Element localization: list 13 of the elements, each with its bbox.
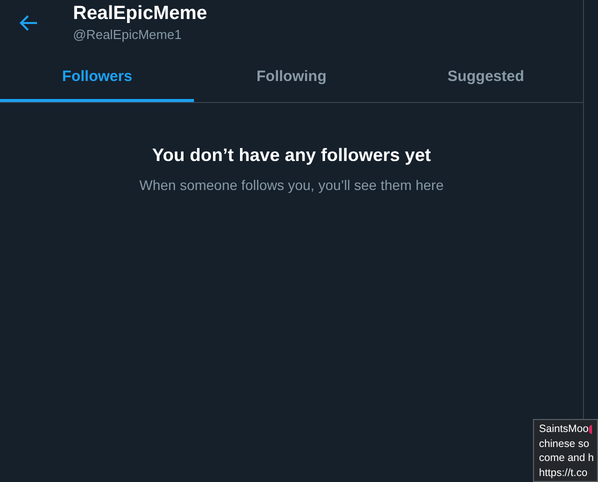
tab[interactable]: Followers	[0, 52, 194, 102]
tooltip-text: come and h	[539, 451, 594, 466]
empty-state-title: You don’t have any followers yet	[152, 144, 431, 167]
tab[interactable]: Following	[194, 52, 389, 102]
tooltip-text: SaintsMoo	[539, 422, 589, 436]
back-arrow-icon[interactable]	[19, 14, 39, 32]
emoji-icon	[588, 424, 592, 434]
tab[interactable]: Suggested	[388, 52, 583, 102]
tooltip-text: https://t.co	[539, 466, 588, 480]
profile-name: RealEpicMeme	[73, 2, 208, 26]
tooltip-text: chinese so	[539, 436, 590, 451]
profile-handle: @RealEpicMeme1	[73, 27, 183, 43]
empty-state-message: When someone follows you, you’ll see them here	[139, 176, 444, 195]
